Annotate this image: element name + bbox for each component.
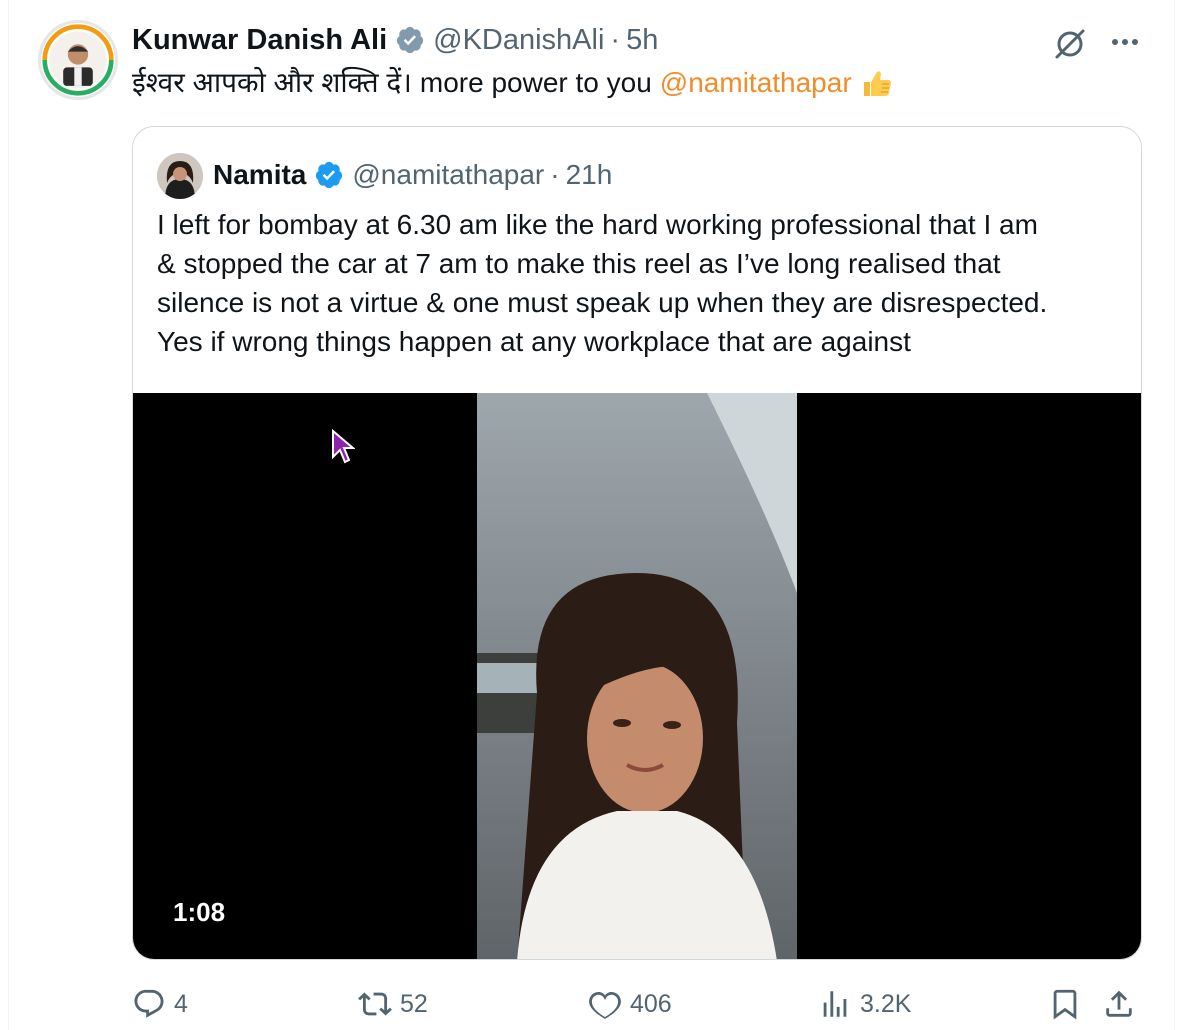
action-bar: 4 52 406 3.2K (132, 984, 1142, 1024)
quoted-text-line: & stopped the car at 7 am to make this r… (157, 248, 1001, 279)
reply-icon (134, 989, 164, 1018)
right-border (1174, 0, 1175, 1030)
quoted-text-line: Yes if wrong things happen at any workpl… (157, 326, 911, 357)
views-count: 3.2K (860, 989, 912, 1018)
video-player[interactable]: 1:08 (133, 393, 1141, 959)
author-handle[interactable]: @KDanishAli (433, 24, 604, 57)
tweet-text-hindi: ईश्वर आपको और शक्ति दें। (132, 67, 412, 98)
video-thumbnail (477, 393, 797, 959)
quoted-author-handle[interactable]: @namitathapar (352, 159, 544, 191)
tweet-time[interactable]: 5h (626, 24, 658, 57)
quoted-author-name[interactable]: Namita (213, 159, 306, 191)
grok-icon[interactable] (1052, 26, 1088, 62)
share-icon (1106, 990, 1132, 1017)
separator-dot: · (550, 159, 560, 190)
like-button[interactable]: 406 (588, 984, 672, 1024)
like-icon (589, 991, 621, 1019)
reply-count: 4 (174, 989, 188, 1018)
author-name[interactable]: Kunwar Danish Ali (132, 24, 387, 57)
quoted-tweet-time[interactable]: 21h (566, 159, 613, 191)
views-button[interactable]: 3.2K (818, 984, 911, 1024)
verified-blue-badge-icon (316, 161, 343, 189)
share-button[interactable] (1102, 984, 1136, 1024)
separator-dot: · (610, 23, 621, 56)
quoted-tweet-header: Namita @namitathapar · 21h (213, 157, 612, 193)
thumbs-up-emoji (863, 71, 891, 96)
tweet-header: Kunwar Danish Ali @KDanishAli · 5h (132, 22, 658, 58)
repost-button[interactable]: 52 (358, 984, 428, 1024)
quoted-tweet-card[interactable]: Namita @namitathapar · 21h I left for bo… (132, 126, 1142, 960)
bookmark-icon (1053, 989, 1077, 1020)
left-border (8, 0, 9, 1030)
quoted-author-avatar[interactable] (157, 153, 203, 199)
tweet-text: ईश्वर आपको और शक्ति दें। more power to y… (132, 64, 894, 102)
bookmark-button[interactable] (1048, 984, 1082, 1024)
repost-count: 52 (400, 989, 428, 1018)
tweet-text-english: more power to you (419, 67, 652, 98)
reply-button[interactable]: 4 (132, 984, 188, 1024)
video-duration: 1:08 (173, 897, 226, 927)
views-icon (823, 991, 847, 1017)
quoted-tweet-text: I left for bombay at 6.30 am like the ha… (157, 205, 1137, 361)
verified-gray-badge-icon (396, 26, 424, 54)
repost-icon (358, 992, 392, 1016)
like-count: 406 (630, 989, 672, 1018)
quoted-text-line: silence is not a virtue & one must speak… (157, 287, 1048, 318)
author-avatar[interactable] (38, 20, 118, 100)
quoted-text-line: I left for bombay at 6.30 am like the ha… (157, 209, 1038, 240)
mouse-cursor-icon (332, 429, 355, 464)
more-icon[interactable] (1108, 30, 1142, 54)
mention-link[interactable]: @namitathapar (660, 64, 852, 102)
